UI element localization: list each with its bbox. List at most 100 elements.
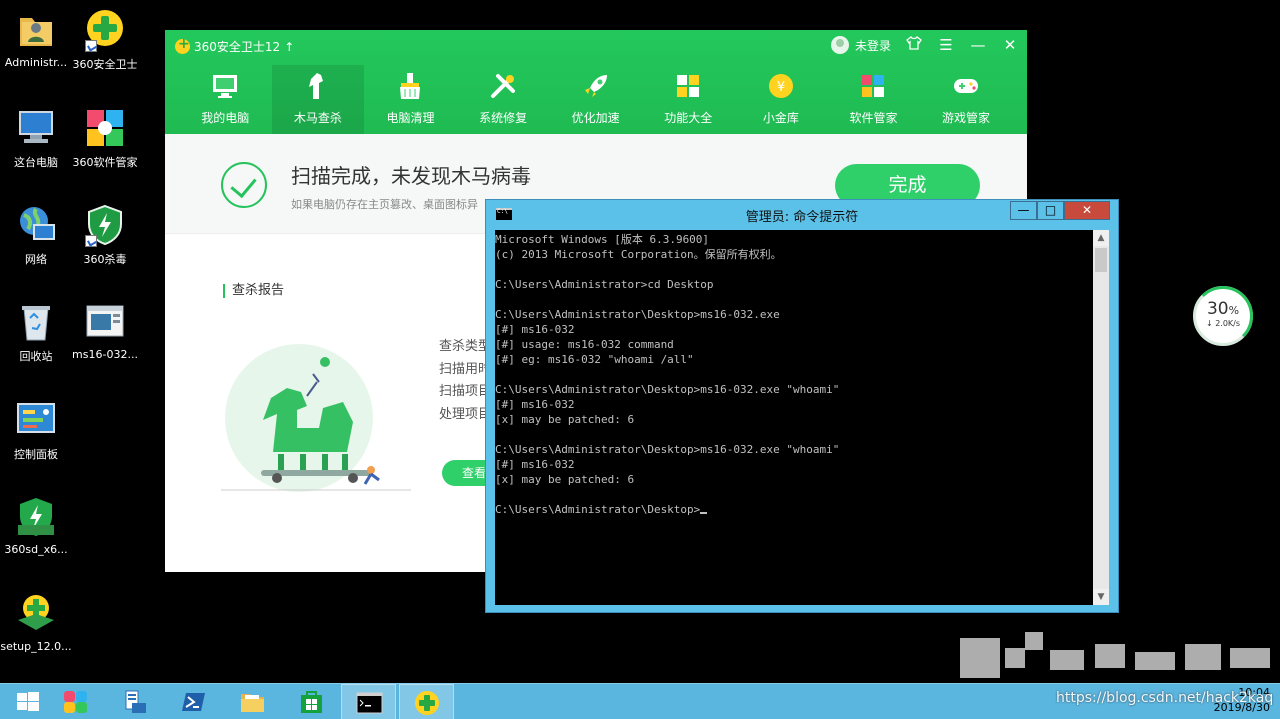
taskbar-cmd[interactable] <box>341 684 396 719</box>
control-panel-icon <box>14 398 58 442</box>
powershell-icon <box>182 693 205 711</box>
console-line: [x] may be patched: 6 <box>495 413 635 426</box>
installer-shield-icon <box>14 495 58 539</box>
console-line: C:\Users\Administrator\Desktop>ms16-032.… <box>495 308 780 321</box>
desktop-icon-360safe[interactable]: 360安全卫士 <box>69 8 141 72</box>
360-safe-icon <box>415 691 439 715</box>
tab-all-features[interactable]: 功能大全 <box>642 65 735 134</box>
console-line: (c) 2013 Microsoft Corporation。保留所有权利。 <box>495 248 782 261</box>
tab-cleanup[interactable]: 电脑清理 <box>364 65 457 134</box>
console-line: [#] eg: ms16-032 "whoami /all" <box>495 353 694 366</box>
tab-trojan-scan[interactable]: 木马查杀 <box>271 65 365 134</box>
report-items: 查杀类型 扫描用时 扫描项目 处理项目 <box>439 336 491 426</box>
trojan-horse-icon <box>303 71 333 101</box>
maximize-button[interactable]: □ <box>1037 201 1064 220</box>
rocket-icon <box>581 71 611 101</box>
taskbar-powershell[interactable] <box>166 684 221 719</box>
network-globe-icon <box>14 203 58 247</box>
update-arrow-icon[interactable]: ↑ <box>284 40 294 54</box>
avatar[interactable] <box>830 36 849 54</box>
console-area[interactable]: Microsoft Windows [版本 6.3.9600] (c) 2013 … <box>495 230 1109 605</box>
desktop-icon-label: Administr... <box>4 56 68 69</box>
desktop-icon-label: 360安全卫士 <box>72 58 138 71</box>
scroll-up-icon[interactable]: ▲ <box>1093 230 1109 246</box>
desktop-icon-360sd-installer[interactable]: 360sd_x6... <box>0 495 72 556</box>
tab-software-manager[interactable]: 软件管家 <box>827 65 920 134</box>
desktop-icon-label: 360软件管家 <box>72 156 138 169</box>
desktop-icon-network[interactable]: 网络 <box>0 203 72 267</box>
tab-game-manager[interactable]: 游戏管家 <box>920 65 1013 134</box>
speed-ball-widget[interactable]: 30% ↓ 2.0K/s <box>1193 286 1253 346</box>
report-item: 处理项目 <box>439 406 492 422</box>
close-icon[interactable]: ✕ <box>1001 36 1019 54</box>
close-button[interactable]: ✕ <box>1064 201 1110 220</box>
scroll-down-icon[interactable]: ▼ <box>1093 589 1109 605</box>
desktop-icon-360sd[interactable]: 360杀毒 <box>69 203 141 267</box>
skin-shirt-icon[interactable] <box>905 36 923 54</box>
broom-icon <box>395 71 425 101</box>
executable-file-icon <box>83 300 127 344</box>
desktop-icon-label: 360sd_x6... <box>4 543 68 556</box>
coin-icon: ¥ <box>766 71 796 101</box>
computer-icon <box>14 106 58 150</box>
nav-label: 游戏管家 <box>942 111 991 125</box>
login-link[interactable]: 未登录 <box>855 37 891 54</box>
report-item: 扫描用时 <box>439 361 492 377</box>
taskbar-store[interactable] <box>284 684 339 719</box>
console-line: [#] ms16-032 <box>495 323 575 336</box>
report-item: 扫描项目 <box>439 384 492 399</box>
tab-my-computer[interactable]: 我的电脑 <box>179 65 272 134</box>
start-button[interactable] <box>0 684 55 719</box>
svg-text:¥: ¥ <box>777 80 785 95</box>
nav-label: 小金库 <box>762 111 799 125</box>
recycle-bin-icon <box>14 300 58 344</box>
nav-label: 优化加速 <box>571 111 620 125</box>
command-prompt-window[interactable]: 管理员: 命令提示符 — □ ✕ Microsoft Windows [版本 6… <box>485 199 1119 613</box>
desktop-icon-recycle-bin[interactable]: 回收站 <box>0 300 72 364</box>
desktop-icon-control-panel[interactable]: 控制面板 <box>0 398 72 462</box>
minimize-button[interactable]: — <box>1010 201 1037 220</box>
report-item: 查杀类型 <box>439 339 492 354</box>
tab-speedup[interactable]: 优化加速 <box>549 65 642 134</box>
desktop-icon-label: ms16-032... <box>72 348 138 361</box>
desktop-icon-administrator[interactable]: Administr... <box>0 8 72 69</box>
tab-treasury[interactable]: ¥ 小金库 <box>735 65 828 134</box>
tab-system-repair[interactable]: 系统修复 <box>457 65 550 134</box>
desktop-icon-label: 回收站 <box>19 350 53 363</box>
text-cursor <box>700 512 708 514</box>
desktop-icon-label: 网络 <box>25 253 47 266</box>
windows-logo-icon <box>17 692 39 711</box>
desktop-icon-label: setup_12.0... <box>0 640 72 653</box>
desktop-icon-this-pc[interactable]: 这台电脑 <box>0 106 72 170</box>
nav-label: 功能大全 <box>664 111 713 125</box>
taskbar-360safe[interactable] <box>399 684 454 719</box>
software-manager-icon <box>83 106 127 150</box>
desktop-icon-360-software[interactable]: 360软件管家 <box>69 106 141 170</box>
scroll-thumb[interactable] <box>1095 248 1107 272</box>
console-line: Microsoft Windows [版本 6.3.9600] <box>495 233 710 246</box>
cmd-title-bar[interactable]: 管理员: 命令提示符 — □ ✕ <box>486 200 1118 228</box>
nav-label: 我的电脑 <box>201 111 250 125</box>
desktop-icon-ms16-032[interactable]: ms16-032... <box>69 300 141 361</box>
shield-icon <box>83 203 127 247</box>
blurred-region <box>955 630 1280 682</box>
taskbar-file-explorer[interactable] <box>225 684 280 719</box>
taskbar-server-manager[interactable] <box>107 684 162 719</box>
360-safe-icon <box>83 8 127 52</box>
minimize-icon[interactable]: — <box>969 36 987 54</box>
desktop-icon-label: 360杀毒 <box>83 253 127 266</box>
console-output[interactable]: Microsoft Windows [版本 6.3.9600] (c) 2013 … <box>495 232 1095 603</box>
nav-label: 软件管家 <box>849 111 898 125</box>
vertical-scrollbar[interactable]: ▲ ▼ <box>1093 230 1109 605</box>
taskbar-360-software[interactable] <box>48 684 103 719</box>
console-line: [#] usage: ms16-032 command <box>495 338 674 351</box>
menu-icon[interactable]: ☰ <box>937 36 955 54</box>
setup-installer-icon <box>14 592 58 636</box>
monitor-icon <box>210 71 240 101</box>
desktop-icon-setup[interactable]: setup_12.0... <box>0 592 72 653</box>
gamepad-icon <box>951 71 981 101</box>
nav-label: 系统修复 <box>479 111 528 125</box>
store-bag-icon <box>301 691 322 713</box>
